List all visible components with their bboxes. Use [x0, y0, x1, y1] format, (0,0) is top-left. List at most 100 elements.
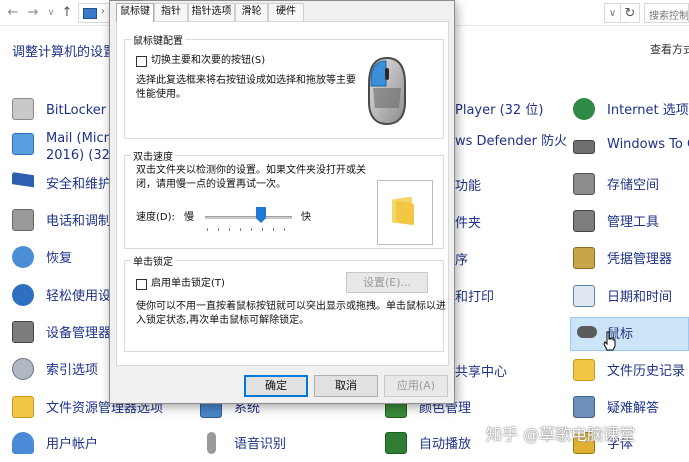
credential-manager-icon	[573, 247, 595, 269]
forward-arrow-icon[interactable]: →	[24, 4, 42, 22]
double-click-title: 双击速度	[131, 148, 175, 163]
fast-label: 快	[301, 212, 311, 223]
cp-item-device-manager[interactable]: 设备管理器	[12, 319, 111, 347]
tab-buttons[interactable]: 鼠标键	[116, 3, 154, 22]
click-lock-checkbox[interactable]	[136, 279, 147, 290]
chevron-right-icon: ›	[101, 6, 105, 17]
phone-icon	[12, 209, 34, 231]
flag-icon	[12, 172, 34, 188]
cp-item-recovery[interactable]: 恢复	[12, 244, 110, 272]
bitlocker-icon	[12, 98, 34, 120]
cp-item-features[interactable]: 功能	[455, 172, 515, 200]
mouse-properties-dialog: 鼠标键 指针 指针选项 滑轮 硬件 鼠标键配置 切换主要和次要的按钮(S) 选择…	[109, 0, 455, 404]
page-title: 调整计算机的设置	[12, 45, 117, 60]
tab-pointers[interactable]: 指针	[154, 3, 188, 21]
cp-item-programs[interactable]: 序	[455, 246, 515, 274]
internet-options-icon	[573, 98, 595, 120]
switch-buttons-checkbox[interactable]	[136, 56, 147, 67]
slider-tick	[240, 228, 241, 231]
windows-to-go-icon	[573, 140, 595, 154]
cp-item-storage-spaces[interactable]: 存储空间	[573, 171, 689, 199]
tab-panel-buttons: 鼠标键配置 切换主要和次要的按钮(S) 选择此复选框来将右按钮设成如选择和拖放等…	[116, 21, 449, 366]
cp-item-autoplay[interactable]: 自动播放	[385, 430, 485, 458]
cp-item-mouse[interactable]: 鼠标	[573, 320, 689, 348]
tab-pointer-options[interactable]: 指针选项	[188, 3, 235, 21]
apply-button[interactable]: 应用(A)	[384, 375, 448, 397]
folder-front-icon	[396, 200, 414, 226]
refresh-icon[interactable]: ↻	[620, 3, 640, 23]
cp-item-internet-options[interactable]: Internet 选项	[573, 96, 689, 124]
view-by-label[interactable]: 查看方式	[650, 41, 689, 57]
mouse-icon	[577, 326, 597, 338]
slider-tick	[273, 228, 274, 231]
cp-item-mail[interactable]: Mail (Micro 2016) (32 位	[12, 131, 127, 167]
search-input[interactable]: 搜索控制面板	[644, 3, 689, 23]
troubleshooting-icon	[573, 396, 595, 418]
speed-label: 速度(D):	[136, 212, 175, 223]
tab-hardware[interactable]: 硬件	[268, 3, 304, 21]
cp-item-network-sharing[interactable]: 共享中心	[455, 358, 525, 386]
click-lock-desc-2: 入锁定状态,再次单击鼠标可解除锁定。	[136, 315, 310, 326]
autoplay-icon	[385, 432, 407, 454]
cp-item-user-accounts[interactable]: 用户帐户	[12, 430, 110, 458]
slider-tick	[229, 228, 230, 231]
click-lock-settings-button[interactable]: 设置(E)...	[346, 272, 428, 293]
indexing-icon	[12, 358, 34, 380]
recovery-icon	[12, 246, 34, 268]
cp-item-file-history[interactable]: 文件历史记录	[573, 357, 689, 385]
cp-item-phone-modem[interactable]: 电话和调制	[12, 207, 111, 235]
back-arrow-icon[interactable]: ←	[4, 4, 22, 22]
test-folder-area[interactable]	[377, 180, 433, 245]
cp-item-security-maintenance[interactable]: 安全和维护	[12, 170, 111, 198]
cp-item-credential-manager[interactable]: 凭据管理器	[573, 245, 689, 273]
slider-tick	[262, 228, 263, 231]
up-arrow-icon[interactable]: ↑	[58, 4, 76, 22]
button-config-desc-2: 性能使用。	[136, 89, 186, 100]
slider-tick	[251, 228, 252, 231]
cp-item-ease-of-access[interactable]: 轻松使用设	[12, 282, 111, 310]
click-lock-label[interactable]: 启用单击锁定(T)	[151, 277, 225, 291]
slider-tick	[218, 228, 219, 231]
ease-of-access-icon	[12, 284, 34, 306]
slider-tick	[207, 228, 208, 231]
button-config-title: 鼠标键配置	[131, 32, 185, 47]
cp-item-defender-firewall[interactable]: ws Defender 防火	[455, 127, 570, 155]
address-dropdown-icon[interactable]: ∨	[604, 3, 620, 23]
click-lock-title: 单击锁定	[131, 253, 175, 268]
user-accounts-icon	[12, 432, 34, 454]
storage-spaces-icon	[573, 173, 595, 195]
cp-item-folders[interactable]: 件夹	[455, 209, 515, 237]
cp-item-windows-to-go[interactable]: Windows To G	[573, 134, 689, 162]
file-history-icon	[573, 359, 595, 381]
watermark: 知乎 @草歌电脑课堂	[486, 425, 636, 444]
cp-item-media-player[interactable]: Player (32 位)	[455, 96, 565, 124]
hand-cursor-icon	[603, 331, 616, 351]
cp-item-devices-printers[interactable]: 和打印	[455, 283, 515, 311]
tab-wheel[interactable]: 滑轮	[235, 3, 268, 21]
device-manager-icon	[12, 321, 34, 343]
date-time-icon	[573, 285, 595, 307]
click-lock-desc-1: 使你可以不用一直按着鼠标按钮就可以突出显示或拖拽。单击鼠标以进	[136, 301, 446, 312]
slider-tick	[284, 228, 285, 231]
cp-item-indexing[interactable]: 索引选项	[12, 356, 110, 384]
double-click-desc-2: 闭，请用慢一点的设置再试一次。	[136, 179, 286, 190]
cp-item-bitlocker[interactable]: BitLocker 驱	[12, 96, 123, 124]
mouse-illustration-icon	[368, 56, 406, 126]
button-config-group: 鼠标键配置 切换主要和次要的按钮(S) 选择此复选框来将右按钮设成如选择和拖放等…	[124, 32, 444, 139]
speed-slider-track[interactable]	[205, 216, 292, 219]
folder-options-icon	[12, 396, 34, 418]
button-config-desc-1: 选择此复选框来将右按钮设成如选择和拖放等主要	[136, 75, 356, 86]
click-lock-group: 单击锁定 启用单击锁定(T) 设置(E)... 使你可以不用一直按着鼠标按钮就可…	[124, 253, 446, 352]
double-click-desc-1: 双击文件夹以检测你的设置。如果文件夹没打开或关	[136, 165, 366, 176]
control-panel-icon	[83, 8, 97, 19]
admin-tools-icon	[573, 210, 595, 232]
ok-button[interactable]: 确定	[244, 375, 308, 397]
switch-buttons-label[interactable]: 切换主要和次要的按钮(S)	[151, 54, 265, 68]
cancel-button[interactable]: 取消	[314, 375, 378, 397]
cp-item-date-time[interactable]: 日期和时间	[573, 283, 689, 311]
cp-item-speech-recognition[interactable]: 语音识别	[200, 430, 290, 458]
mail-icon	[12, 133, 34, 155]
cp-item-troubleshooting[interactable]: 疑难解答	[573, 394, 689, 422]
microphone-icon	[207, 432, 216, 454]
cp-item-admin-tools[interactable]: 管理工具	[573, 208, 689, 236]
